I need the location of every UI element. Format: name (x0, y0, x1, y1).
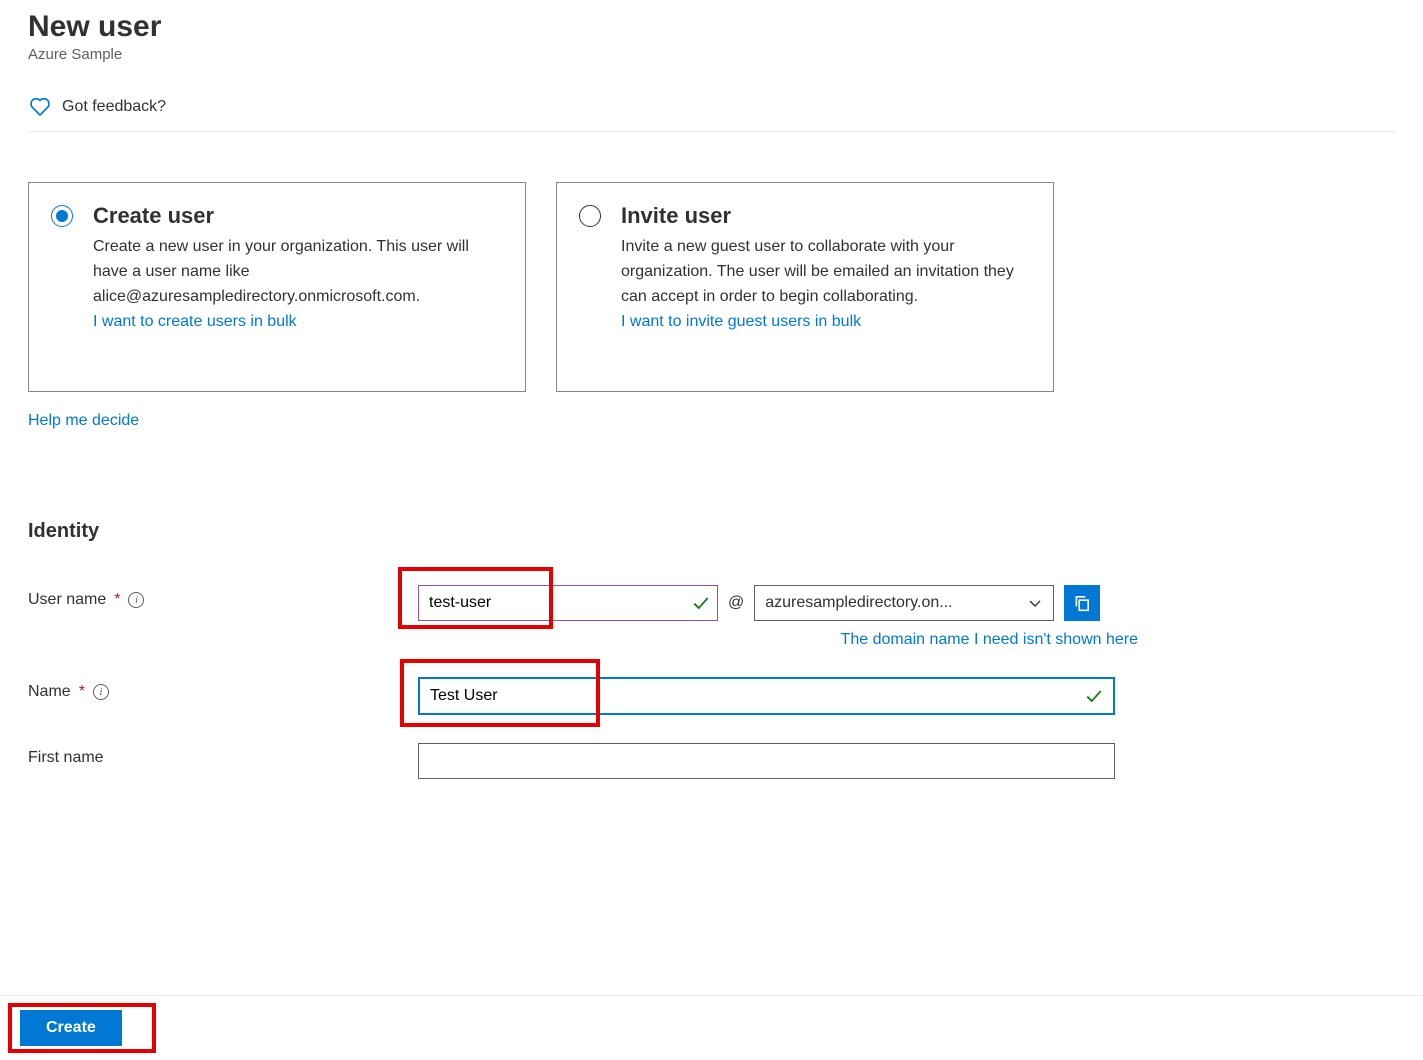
name-label: Name (28, 683, 71, 701)
feedback-label: Got feedback? (62, 98, 166, 116)
name-input[interactable] (418, 677, 1115, 715)
bulk-create-link[interactable]: I want to create users in bulk (93, 313, 297, 330)
option-invite-title: Invite user (621, 203, 1031, 229)
page-title: New user (28, 10, 1395, 44)
radio-create-user[interactable] (51, 205, 73, 227)
domain-dropdown[interactable]: azuresampledirectory.on... (754, 585, 1054, 621)
identity-heading: Identity (28, 520, 1395, 543)
option-invite-desc: Invite a new guest user to collaborate w… (621, 235, 1031, 309)
bulk-invite-link[interactable]: I want to invite guest users in bulk (621, 313, 861, 330)
at-sign: @ (728, 594, 744, 612)
page-subtitle: Azure Sample (28, 46, 1395, 63)
firstname-label: First name (28, 749, 104, 767)
info-icon[interactable]: i (93, 684, 109, 700)
footer-bar: Create (0, 995, 1423, 1060)
checkmark-icon (692, 594, 710, 612)
firstname-input[interactable] (418, 743, 1115, 779)
username-input[interactable] (418, 585, 718, 621)
checkmark-icon (1085, 687, 1103, 705)
domain-not-shown-link[interactable]: The domain name I need isn't shown here (841, 631, 1138, 648)
chevron-down-icon (1027, 595, 1043, 611)
domain-value: azuresampledirectory.on... (765, 594, 952, 612)
option-create-user[interactable]: Create user Create a new user in your or… (28, 182, 526, 392)
required-asterisk: * (114, 591, 120, 609)
copy-button[interactable] (1064, 585, 1100, 621)
heart-icon (28, 95, 52, 119)
radio-invite-user[interactable] (579, 205, 601, 227)
option-invite-user[interactable]: Invite user Invite a new guest user to c… (556, 182, 1054, 392)
required-asterisk: * (79, 683, 85, 701)
info-icon[interactable]: i (128, 592, 144, 608)
option-create-title: Create user (93, 203, 503, 229)
create-button[interactable]: Create (20, 1010, 122, 1046)
option-create-desc: Create a new user in your organization. … (93, 235, 503, 309)
copy-icon (1073, 594, 1091, 612)
feedback-link[interactable]: Got feedback? (28, 83, 1395, 132)
username-label: User name (28, 591, 106, 609)
help-me-decide-link[interactable]: Help me decide (28, 412, 139, 430)
